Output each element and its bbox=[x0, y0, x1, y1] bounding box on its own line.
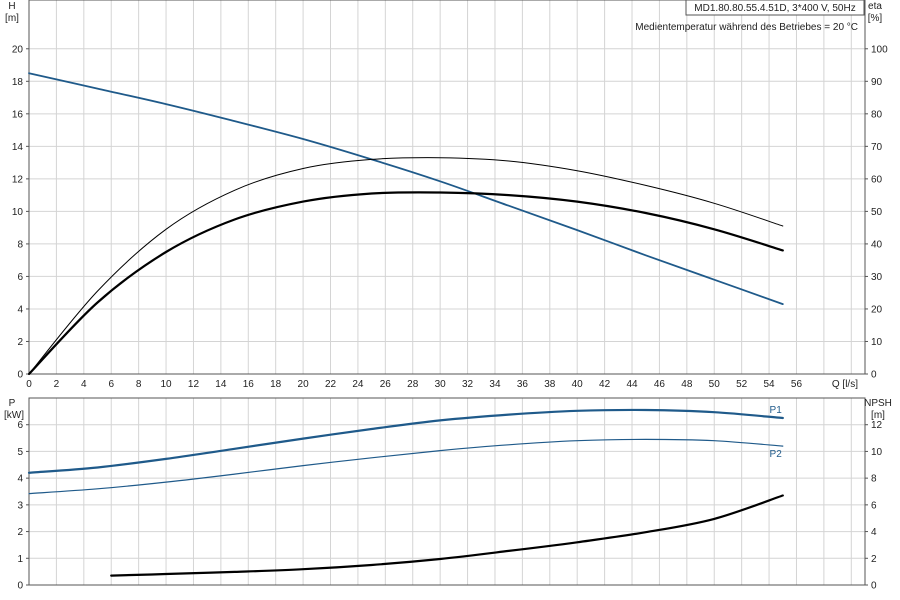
y-tick-label: 10 bbox=[12, 207, 24, 218]
y-tick-label: 20 bbox=[12, 44, 24, 55]
y-tick-label: 4 bbox=[17, 474, 23, 485]
x-tick-label: 18 bbox=[270, 379, 282, 390]
x-tick-label: 24 bbox=[352, 379, 364, 390]
y2-tick-label: 60 bbox=[871, 174, 883, 185]
x-tick-label: 8 bbox=[136, 379, 142, 390]
x-tick-label: 4 bbox=[81, 379, 87, 390]
y2-tick-label: 6 bbox=[871, 500, 877, 511]
series-label: P2 bbox=[770, 449, 783, 460]
x-tick-label: 46 bbox=[654, 379, 666, 390]
y2-tick-label: 30 bbox=[871, 272, 883, 283]
x-tick-label: 38 bbox=[544, 379, 556, 390]
y-tick-label: 6 bbox=[17, 272, 23, 283]
y2-tick-label: 40 bbox=[871, 239, 883, 250]
series-label: P1 bbox=[770, 405, 783, 416]
y-axis-unit-power: [kW] bbox=[4, 410, 24, 421]
plot-frame bbox=[28, 0, 866, 375]
x-tick-label: 12 bbox=[188, 379, 200, 390]
x-tick-label: 14 bbox=[215, 379, 227, 390]
series-line bbox=[27, 408, 784, 474]
x-tick-label: 34 bbox=[489, 379, 501, 390]
y-axis-label: H bbox=[8, 1, 15, 12]
y2-axis-label: eta bbox=[868, 1, 882, 12]
series-line bbox=[28, 438, 784, 495]
x-tick-label: 0 bbox=[26, 379, 32, 390]
y-tick-label: 1 bbox=[17, 554, 23, 565]
y2-tick-label: 10 bbox=[871, 337, 883, 348]
x-tick-label: 48 bbox=[681, 379, 693, 390]
y-tick-label: 14 bbox=[12, 142, 24, 153]
x-tick-label: 52 bbox=[736, 379, 748, 390]
x-tick-label: 32 bbox=[462, 379, 474, 390]
x-tick-label: 10 bbox=[160, 379, 172, 390]
series-line bbox=[110, 494, 784, 577]
y-tick-label: 0 bbox=[17, 370, 23, 381]
y-tick-label: 8 bbox=[17, 239, 23, 250]
y-tick-label: 3 bbox=[17, 500, 23, 511]
y-tick-label: 6 bbox=[17, 420, 23, 431]
x-tick-label: 44 bbox=[626, 379, 638, 390]
x-tick-label: 30 bbox=[435, 379, 447, 390]
y2-tick-label: 10 bbox=[871, 447, 883, 458]
y-tick-label: 18 bbox=[12, 77, 24, 88]
y-tick-label: 2 bbox=[17, 337, 23, 348]
model-label: MD1.80.80.55.4.51D, 3*400 V, 50Hz bbox=[694, 3, 855, 14]
y2-axis-unit: [%] bbox=[868, 13, 883, 24]
y2-tick-label: 70 bbox=[871, 142, 883, 153]
y2-tick-label: 0 bbox=[871, 370, 877, 381]
x-tick-label: 54 bbox=[764, 379, 776, 390]
y-tick-label: 2 bbox=[17, 527, 23, 538]
x-tick-label: 40 bbox=[572, 379, 584, 390]
x-tick-label: 6 bbox=[108, 379, 114, 390]
series-line bbox=[28, 72, 784, 305]
y2-tick-label: 0 bbox=[871, 581, 877, 592]
x-tick-label: 16 bbox=[243, 379, 255, 390]
x-tick-label: 36 bbox=[517, 379, 529, 390]
y2-tick-label: 90 bbox=[871, 77, 883, 88]
y-tick-label: 12 bbox=[12, 174, 24, 185]
x-tick-label: 20 bbox=[298, 379, 310, 390]
y-tick-label: 5 bbox=[17, 447, 23, 458]
x-tick-label: 42 bbox=[599, 379, 611, 390]
pump-curve-chart: 0246810121416182001020304050607080901000… bbox=[4, 0, 892, 592]
y2-tick-label: 100 bbox=[871, 44, 888, 55]
y2-axis-unit-npsh: [m] bbox=[871, 410, 885, 421]
series-line bbox=[27, 191, 784, 376]
x-tick-label: 56 bbox=[791, 379, 803, 390]
x-axis-label: Q [l/s] bbox=[832, 379, 858, 390]
y2-tick-label: 12 bbox=[871, 420, 883, 431]
y2-tick-label: 80 bbox=[871, 109, 883, 120]
x-tick-label: 26 bbox=[380, 379, 392, 390]
y-tick-label: 0 bbox=[17, 581, 23, 592]
y2-tick-label: 50 bbox=[871, 207, 883, 218]
x-tick-label: 28 bbox=[407, 379, 419, 390]
y2-tick-label: 8 bbox=[871, 474, 877, 485]
y-tick-label: 16 bbox=[12, 109, 24, 120]
y2-tick-label: 2 bbox=[871, 554, 877, 565]
plot-frame bbox=[28, 397, 866, 586]
y-axis-label-power: P bbox=[9, 398, 16, 409]
y2-tick-label: 4 bbox=[871, 527, 877, 538]
y2-axis-label-npsh: NPSH bbox=[864, 398, 892, 409]
medium-temperature-note: Medientemperatur während des Betriebes =… bbox=[635, 22, 858, 33]
y2-tick-label: 20 bbox=[871, 304, 883, 315]
x-tick-label: 22 bbox=[325, 379, 337, 390]
y-axis-unit: [m] bbox=[5, 13, 19, 24]
x-tick-label: 50 bbox=[709, 379, 721, 390]
y-tick-label: 4 bbox=[17, 304, 23, 315]
x-tick-label: 2 bbox=[54, 379, 60, 390]
